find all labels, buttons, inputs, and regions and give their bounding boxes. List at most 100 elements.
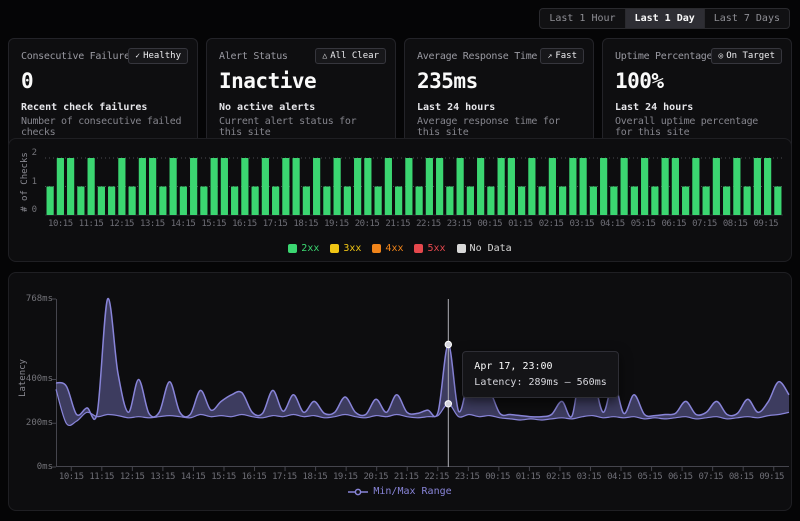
x-tick-label: 23:15 [452, 472, 482, 482]
status-bar[interactable] [334, 158, 341, 215]
status-bar[interactable] [651, 187, 658, 216]
status-bar[interactable] [88, 158, 95, 215]
status-bar[interactable] [528, 158, 535, 215]
status-bar[interactable] [98, 187, 105, 216]
status-bar[interactable] [364, 158, 371, 215]
status-bar[interactable] [323, 187, 330, 216]
stat-card-uptime-percentage: Uptime Percentage ◎ On Target 100% Last … [602, 38, 792, 151]
status-bar[interactable] [580, 158, 587, 215]
status-bar[interactable] [426, 158, 433, 215]
status-bar[interactable] [241, 158, 248, 215]
status-bar[interactable] [313, 158, 320, 215]
status-bar[interactable] [477, 158, 484, 215]
status-bar[interactable] [77, 187, 84, 216]
status-bar[interactable] [692, 158, 699, 215]
status-bar[interactable] [405, 158, 412, 215]
status-bar[interactable] [262, 158, 269, 215]
status-bar[interactable] [754, 158, 761, 215]
active-dot-min [445, 401, 451, 407]
status-badge-all-clear: △ All Clear [315, 48, 386, 64]
status-bar[interactable] [487, 187, 494, 216]
status-bar[interactable] [498, 158, 505, 215]
status-bar[interactable] [764, 158, 771, 215]
status-bar[interactable] [211, 158, 218, 215]
status-bar[interactable] [180, 187, 187, 216]
status-bar[interactable] [672, 158, 679, 215]
card-description: Current alert status for this site [219, 116, 383, 138]
status-bar[interactable] [631, 187, 638, 216]
status-bar[interactable] [272, 187, 279, 216]
status-bar[interactable] [129, 187, 136, 216]
status-bar[interactable] [559, 187, 566, 216]
status-bar[interactable] [446, 187, 453, 216]
status-bar[interactable] [457, 158, 464, 215]
status-bar[interactable] [282, 158, 289, 215]
status-bar[interactable] [57, 158, 64, 215]
status-bar[interactable] [600, 158, 607, 215]
status-bar[interactable] [590, 187, 597, 216]
status-bar[interactable] [621, 158, 628, 215]
status-bar[interactable] [200, 187, 207, 216]
status-bar[interactable] [303, 187, 310, 216]
status-bar[interactable] [375, 187, 382, 216]
legend-swatch [288, 244, 297, 253]
status-bar[interactable] [118, 158, 125, 215]
legend-label: 4xx [385, 243, 403, 254]
status-bar-chart[interactable] [45, 153, 781, 217]
x-tick-label: 04:15 [604, 472, 634, 482]
x-tick-label: 17:15 [260, 219, 291, 229]
status-bar[interactable] [344, 187, 351, 216]
status-bar[interactable] [395, 187, 402, 216]
status-bar[interactable] [682, 187, 689, 216]
status-bar[interactable] [190, 158, 197, 215]
status-bar[interactable] [518, 187, 525, 216]
status-bar[interactable] [539, 187, 546, 216]
x-tick-label: 13:15 [147, 472, 177, 482]
status-bar[interactable] [436, 158, 443, 215]
x-tick-label: 01:15 [505, 219, 536, 229]
card-description: Overall uptime percentage for this site [615, 116, 779, 138]
status-bar[interactable] [774, 187, 781, 216]
status-bar[interactable] [416, 187, 423, 216]
x-tick-label: 13:15 [137, 219, 168, 229]
status-bar[interactable] [252, 187, 259, 216]
status-bar[interactable] [662, 158, 669, 215]
card-subtitle: Recent check failures [21, 102, 185, 113]
status-bar[interactable] [149, 158, 156, 215]
status-bar[interactable] [293, 158, 300, 215]
status-bar[interactable] [221, 158, 228, 215]
status-bar[interactable] [733, 158, 740, 215]
status-bar[interactable] [159, 187, 166, 216]
status-bar[interactable] [108, 187, 115, 216]
status-bar[interactable] [139, 158, 146, 215]
time-range-option-last-1-hour[interactable]: Last 1 Hour [540, 9, 624, 28]
status-bar[interactable] [641, 158, 648, 215]
status-bar[interactable] [610, 187, 617, 216]
y-tick-200ms: 200ms [15, 418, 53, 428]
legend-swatch [457, 244, 466, 253]
status-bar[interactable] [703, 187, 710, 216]
status-code-legend: 2xx3xx4xx5xxNo Data [9, 243, 791, 254]
card-value: Inactive [219, 69, 383, 93]
x-tick-label: 15:15 [208, 472, 238, 482]
x-tick-label: 11:15 [76, 219, 107, 229]
status-bar[interactable] [569, 158, 576, 215]
status-bar[interactable] [713, 158, 720, 215]
status-bar[interactable] [170, 158, 177, 215]
status-bar[interactable] [549, 158, 556, 215]
status-bar[interactable] [67, 158, 74, 215]
status-bar[interactable] [354, 158, 361, 215]
status-bar[interactable] [467, 187, 474, 216]
status-bar[interactable] [508, 158, 515, 215]
time-range-option-last-7-days[interactable]: Last 7 Days [704, 9, 789, 28]
status-bar[interactable] [231, 187, 238, 216]
chart-tooltip: Apr 17, 23:00 Latency: 289ms – 560ms [462, 351, 618, 398]
status-bar[interactable] [723, 187, 730, 216]
y-tick-1: 1 [13, 177, 37, 187]
status-bar[interactable] [744, 187, 751, 216]
latency-min-max-chart[interactable] [56, 299, 787, 467]
status-bar[interactable] [47, 187, 54, 216]
status-bar[interactable] [385, 158, 392, 215]
time-range-option-last-1-day[interactable]: Last 1 Day [625, 9, 704, 28]
card-subtitle: Last 24 hours [615, 102, 779, 113]
